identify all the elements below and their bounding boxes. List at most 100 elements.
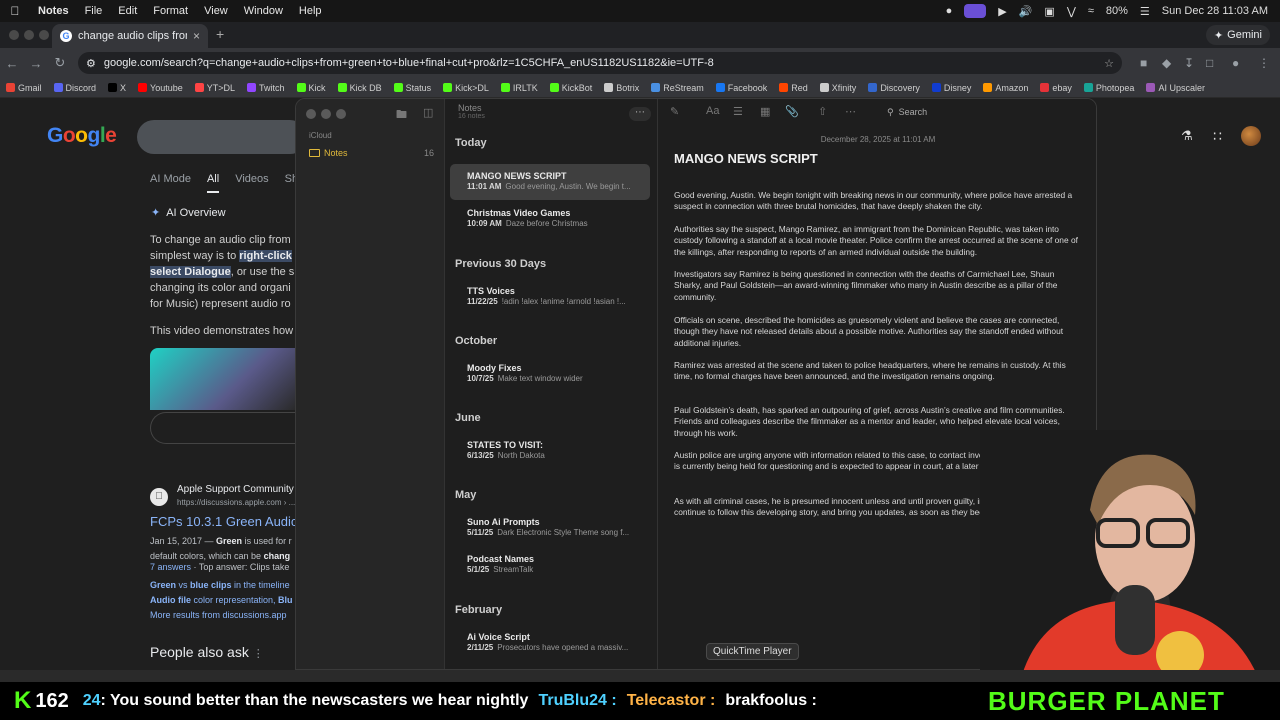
apple-menu-icon[interactable]: : [0, 4, 30, 18]
labs-flask-icon[interactable]: ⚗: [1181, 128, 1193, 144]
window-zoom-button[interactable]: [39, 30, 49, 40]
record-indicator-icon[interactable]: ●: [946, 5, 953, 17]
share-icon[interactable]: ⇧: [818, 105, 827, 118]
datetime[interactable]: Sun Dec 28 11:03 AM: [1162, 5, 1268, 17]
quick-launch-icon[interactable]: [964, 4, 987, 18]
note-item[interactable]: Suno Ai Prompts 5/11/25 Dark Electronic S…: [450, 510, 650, 546]
bookmark-item[interactable]: Discovery: [868, 83, 920, 93]
note-item[interactable]: Podcast Names 5/1/25 StreamTalk: [450, 547, 650, 583]
ai-highlight-1[interactable]: right-click: [239, 250, 292, 262]
bookmark-item[interactable]: Facebook: [715, 83, 767, 93]
sidebar-toggle-icon[interactable]: ◫: [423, 106, 433, 119]
result-url[interactable]: https://discussions.apple.com › ...: [177, 498, 295, 507]
compose-icon[interactable]: ✎: [670, 105, 679, 118]
reload-icon[interactable]: ↻: [48, 55, 72, 71]
wifi-icon[interactable]: ≈: [1088, 5, 1094, 17]
note-item[interactable]: TTS Voices 11/22/25 !adin !alex !anime !a…: [450, 279, 650, 315]
menu-format[interactable]: Format: [145, 5, 196, 17]
forward-icon[interactable]: →: [24, 56, 48, 71]
control-center-icon[interactable]: ☰: [1140, 5, 1150, 18]
menu-app-name[interactable]: Notes: [30, 5, 77, 17]
bookmark-item[interactable]: YT>DL: [194, 83, 235, 93]
browser-menu-icon[interactable]: ⋮: [1258, 56, 1270, 70]
back-icon[interactable]: ←: [0, 56, 24, 71]
menu-help[interactable]: Help: [291, 5, 330, 17]
extensions-puzzle-icon[interactable]: ◆: [1162, 56, 1171, 70]
related-link-2[interactable]: Audio file color representation, Blu: [150, 595, 293, 605]
gemini-button[interactable]: ✦ Gemini: [1205, 25, 1270, 45]
note-item[interactable]: MANGO NEWS SCRIPT 11:01 AM Good evening, …: [450, 164, 650, 200]
play-icon[interactable]: ▶: [998, 5, 1006, 18]
bookmark-item[interactable]: KickBot: [549, 83, 592, 93]
more-results-link[interactable]: More results from discussions.app: [150, 610, 287, 620]
table-icon[interactable]: ▦: [760, 105, 770, 118]
menu-file[interactable]: File: [77, 5, 111, 17]
window-close-button[interactable]: [9, 30, 19, 40]
new-tab-icon[interactable]: +: [216, 26, 224, 42]
more-options-icon[interactable]: ⋯: [845, 105, 856, 118]
notes-minimize-button[interactable]: [321, 109, 331, 119]
note-paragraph[interactable]: Officials on scene, described the homici…: [674, 315, 1084, 349]
downloads-icon[interactable]: ↧: [1184, 56, 1194, 70]
note-paragraph[interactable]: Ramirez was arrested at the scene and ta…: [674, 360, 1084, 383]
bookmark-item[interactable]: Botrix: [604, 83, 639, 93]
note-item[interactable]: Moody Fixes 10/7/25 Make text window wide…: [450, 356, 650, 392]
volume-icon[interactable]: 🔊: [1019, 5, 1033, 18]
notes-zoom-button[interactable]: [336, 109, 346, 119]
related-link-1[interactable]: Green vs blue clips in the timeline: [150, 580, 290, 590]
video-thumbnail[interactable]: [150, 348, 295, 410]
bookmark-item[interactable]: Kick DB: [337, 83, 382, 93]
note-item[interactable]: STATES TO VISIT: 6/13/25 North Dakota: [450, 433, 650, 469]
google-search-box[interactable]: [137, 120, 307, 154]
note-paragraph[interactable]: Investigators say Ramirez is being quest…: [674, 269, 1084, 303]
bookmark-item[interactable]: Twitch: [247, 83, 285, 93]
google-account-avatar[interactable]: [1241, 126, 1261, 146]
notes-close-button[interactable]: [306, 109, 316, 119]
bookmark-item[interactable]: Amazon: [983, 83, 1028, 93]
bookmark-item[interactable]: Gmail: [6, 83, 42, 93]
bookmark-item[interactable]: AI Upscaler: [1146, 83, 1205, 93]
ai-highlight-2[interactable]: select Dialogue: [150, 266, 231, 278]
bookmark-item[interactable]: ReStream: [651, 83, 704, 93]
result-answers-link[interactable]: 7 answers: [150, 562, 191, 572]
tab-close-icon[interactable]: ×: [193, 29, 200, 43]
notes-search-field[interactable]: ⚲ Search: [879, 103, 1089, 121]
bookmark-item[interactable]: Disney: [931, 83, 971, 93]
bookmark-item[interactable]: IRLTK: [500, 83, 538, 93]
note-paragraph[interactable]: Authorities say the suspect, Mango Ramir…: [674, 224, 1084, 258]
site-info-icon[interactable]: ⚙: [86, 57, 96, 70]
paa-more-icon[interactable]: ⋮: [253, 648, 264, 660]
bookmark-item[interactable]: ebay: [1040, 83, 1072, 93]
checklist-icon[interactable]: ☰: [733, 105, 743, 118]
bookmark-item[interactable]: Kick>DL: [443, 83, 489, 93]
note-paragraph[interactable]: Good evening, Austin. We begin tonight w…: [674, 190, 1084, 213]
menu-edit[interactable]: Edit: [110, 5, 145, 17]
tab-ai-mode[interactable]: AI Mode: [150, 173, 191, 193]
split-view-icon[interactable]: □: [1206, 56, 1213, 70]
bluetooth-icon[interactable]: ⋁: [1067, 5, 1076, 18]
bookmark-star-icon[interactable]: ☆: [1104, 57, 1122, 70]
attachment-icon[interactable]: 📎: [785, 105, 799, 118]
tab-videos[interactable]: Videos: [235, 173, 268, 193]
google-apps-grid-icon[interactable]: ∷: [1213, 128, 1222, 145]
google-logo[interactable]: Google: [47, 124, 117, 148]
address-bar[interactable]: ⚙ google.com/search?q=change+audio+clips…: [78, 52, 1122, 74]
list-more-icon[interactable]: ⋯: [629, 107, 651, 121]
tab-all[interactable]: All: [206, 173, 220, 193]
note-title-heading[interactable]: MANGO NEWS SCRIPT: [674, 151, 818, 166]
result-title[interactable]: FCPs 10.3.1 Green Audic: [150, 514, 297, 529]
note-item[interactable]: Ai Voice Script 2/11/25 Prosecutors have …: [450, 625, 650, 661]
bookmark-item[interactable]: Kick: [296, 83, 326, 93]
bookmark-item[interactable]: Youtube: [138, 83, 183, 93]
menu-window[interactable]: Window: [236, 5, 291, 17]
bookmark-item[interactable]: Discord: [53, 83, 96, 93]
folder-notes[interactable]: Notes 16: [304, 145, 438, 161]
profile-avatar-icon[interactable]: ●: [1232, 56, 1239, 70]
format-text-icon[interactable]: Aa: [706, 105, 719, 117]
new-folder-icon[interactable]: 🖿: [396, 106, 407, 125]
window-minimize-button[interactable]: [24, 30, 34, 40]
video-caption-box[interactable]: [150, 412, 295, 444]
battery-percent[interactable]: 80%: [1106, 5, 1128, 17]
bookmark-item[interactable]: Photopea: [1083, 83, 1134, 93]
bookmark-item[interactable]: Xfinity: [819, 83, 856, 93]
